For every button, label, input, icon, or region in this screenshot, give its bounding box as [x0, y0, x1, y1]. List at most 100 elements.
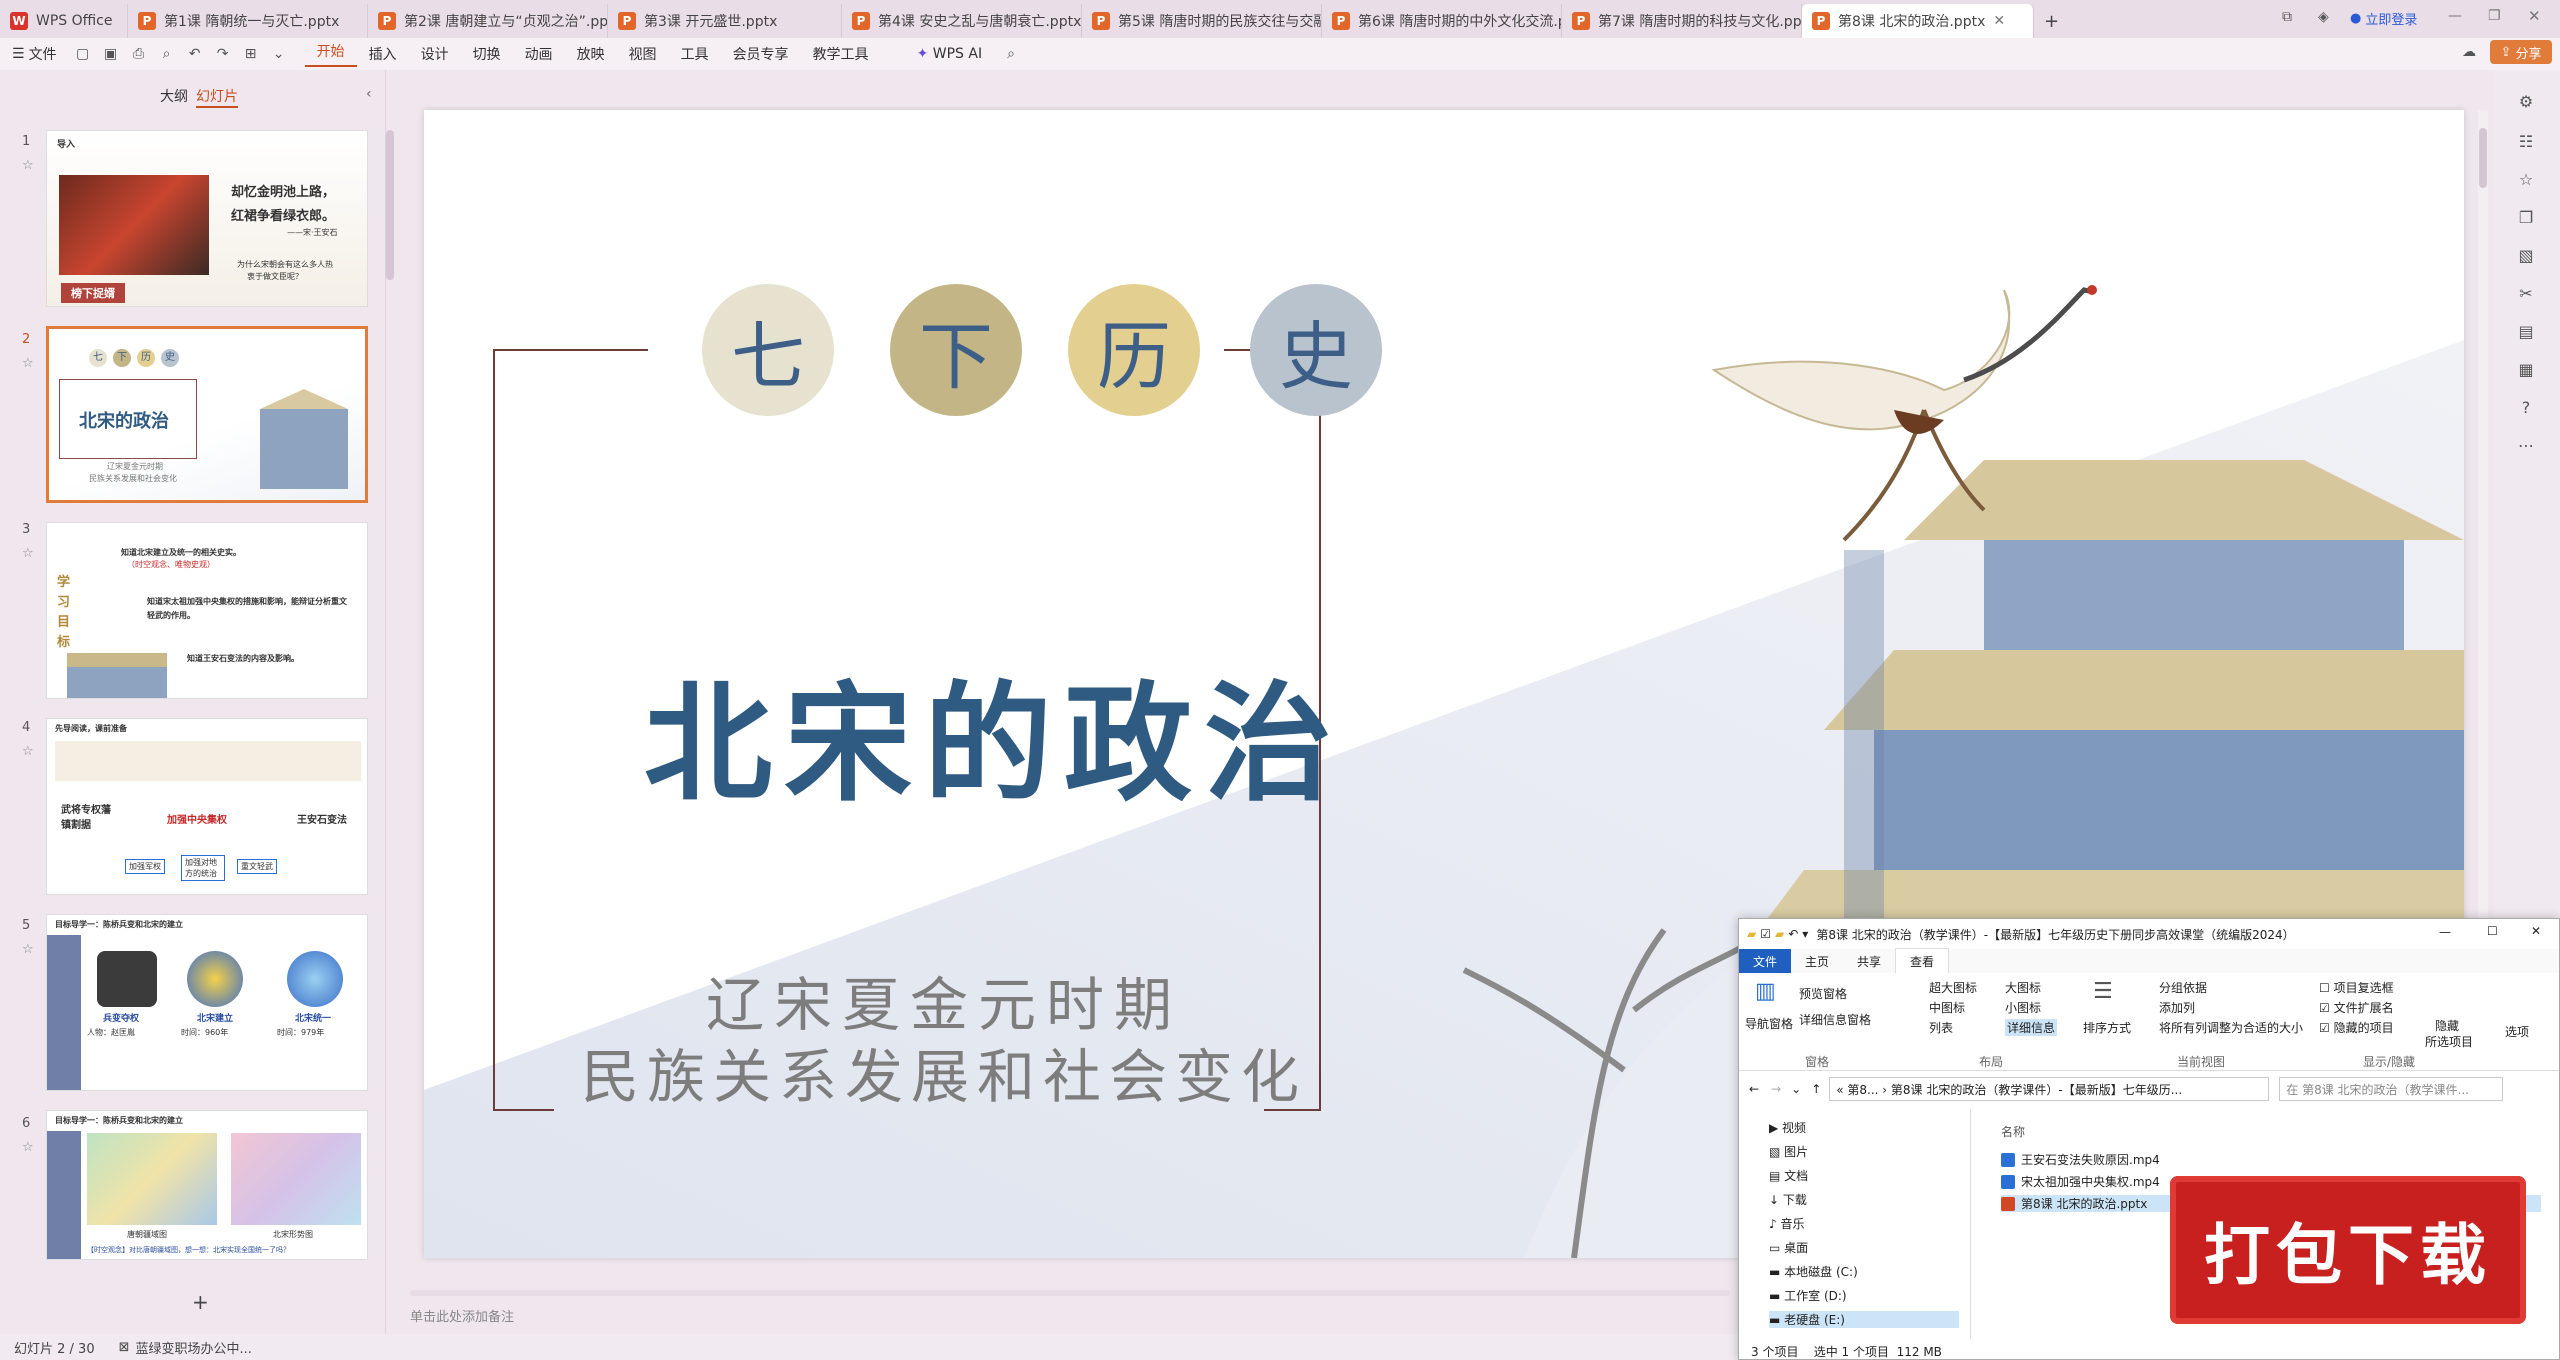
nav-downloads[interactable]: ↓ 下载 — [1769, 1191, 1807, 1208]
sort-icon[interactable]: ☰ — [2093, 979, 2113, 1004]
nav-drive-c[interactable]: ▬ 本地磁盘 (C:) — [1769, 1263, 1858, 1280]
extra-large-icons[interactable]: 超大图标 — [1929, 979, 1977, 996]
back-icon[interactable]: ← — [1749, 1082, 1759, 1096]
menu-animation[interactable]: 动画 — [513, 44, 565, 64]
nav-pane-icon[interactable]: ▥ — [1755, 979, 1776, 1004]
star-icon[interactable]: ☆ — [22, 744, 34, 759]
minimize-icon[interactable]: — — [2448, 8, 2462, 24]
column-header-name[interactable]: 名称 — [2001, 1123, 2025, 1140]
notes-placeholder[interactable]: 单击此处添加备注 — [410, 1306, 514, 1325]
nav-drive-d[interactable]: ▬ 工作室 (D:) — [1769, 1287, 1847, 1304]
star-icon[interactable]: ☆ — [22, 1140, 34, 1155]
hidden-items-option[interactable]: ☑ 隐藏的项目 — [2319, 1019, 2394, 1036]
nav-desktop[interactable]: ▭ 桌面 — [1769, 1239, 1808, 1256]
menu-teaching[interactable]: 教学工具 — [801, 44, 881, 64]
undo-icon[interactable]: ↶ — [186, 45, 204, 63]
redo-icon[interactable]: ↷ — [214, 45, 232, 63]
format-painter-icon[interactable]: ⊞ — [242, 45, 260, 63]
star-icon[interactable]: ☆ — [22, 356, 34, 371]
more-options-icon[interactable]: ⋯ — [2516, 436, 2536, 456]
adjust-icon[interactable]: ☷ — [2516, 132, 2536, 152]
menu-home[interactable]: 开始 — [304, 41, 357, 67]
favorite-icon[interactable]: ☆ — [2516, 170, 2536, 190]
nav-documents[interactable]: ▤ 文档 — [1769, 1167, 1808, 1184]
slide-subtitle-2[interactable]: 民族关系发展和社会变化 — [534, 1030, 1354, 1114]
group-by-button[interactable]: 分组依据 — [2159, 979, 2207, 996]
hamburger-menu-icon[interactable]: ☰ — [0, 46, 29, 62]
tab-doc-2[interactable]: P 第2课 唐朝建立与“贞观之治”.pptx — [368, 4, 608, 38]
new-tab-button[interactable]: + — [2034, 4, 2069, 38]
nav-drive-e[interactable]: ▬ 老硬盘 (E:) — [1769, 1311, 1959, 1328]
tab-wps-home[interactable]: W WPS Office — [0, 4, 128, 38]
save-icon[interactable]: ▣ — [102, 45, 120, 63]
menu-slideshow[interactable]: 放映 — [565, 44, 617, 64]
close-icon[interactable]: ✕ — [2531, 924, 2541, 938]
maximize-icon[interactable]: ❐ — [2488, 8, 2501, 24]
print-icon[interactable]: ⎙ — [130, 45, 148, 63]
tab-doc-3[interactable]: P 第3课 开元盛世.pptx — [608, 4, 842, 38]
details-view[interactable]: 详细信息 — [2005, 1019, 2058, 1036]
undo-icon[interactable]: ↶ — [1788, 927, 1798, 941]
minimize-icon[interactable]: — — [2439, 925, 2451, 939]
star-icon[interactable]: ☆ — [22, 942, 34, 957]
new-file-icon[interactable]: ▢ — [74, 45, 92, 63]
tools-icon[interactable]: ✂ — [2516, 284, 2536, 304]
small-icons[interactable]: 小图标 — [2005, 999, 2041, 1016]
sort-button[interactable]: 排序方式 — [2083, 1019, 2131, 1036]
slide-thumb-2[interactable]: 七 下 历 史 北宋的政治 辽宋夏金元时期 民族关系发展和社会变化 — [46, 326, 368, 503]
book-icon[interactable]: ▤ — [2516, 322, 2536, 342]
layout-icon[interactable]: ▦ — [2516, 360, 2536, 380]
slide-thumb-6[interactable]: 目标导学一：陈桥兵变和北宋的建立 唐朝疆域图 北宋形势图 【时空观念】对比唐朝疆… — [46, 1110, 368, 1260]
tab-doc-7[interactable]: P 第7课 隋唐时期的科技与文化.pptx — [1562, 4, 1802, 38]
search-box[interactable]: 在 第8课 北宋的政治（教学课件... — [2279, 1077, 2504, 1101]
file-row[interactable]: 宋太祖加强中央集权.mp4 — [2001, 1173, 2160, 1190]
quick-access-icon[interactable]: ☑ — [1760, 927, 1771, 941]
item-checkbox-option[interactable]: ☐ 项目复选框 — [2319, 979, 2394, 996]
wps-ai-button[interactable]: ✦ WPS AI — [905, 46, 995, 62]
fit-columns-button[interactable]: 将所有列调整为合适的大小 — [2159, 1019, 2303, 1036]
settings-icon[interactable]: ⚙ — [2516, 92, 2536, 112]
ribbon-tab-view[interactable]: 查看 — [1895, 948, 1950, 974]
list-view[interactable]: 列表 — [1929, 1019, 1953, 1036]
maximize-icon[interactable]: ☐ — [2487, 924, 2498, 938]
slides-tab[interactable]: 幻灯片 — [196, 86, 238, 108]
up-icon[interactable]: ↑ — [1811, 1082, 1821, 1096]
hide-selected-button[interactable]: 隐藏 — [2435, 1017, 2459, 1034]
file-ext-option[interactable]: ☑ 文件扩展名 — [2319, 999, 2394, 1016]
file-menu[interactable]: 文件 — [29, 44, 69, 64]
large-icons[interactable]: 大图标 — [2005, 979, 2041, 996]
copy-icon[interactable]: ❐ — [2516, 208, 2536, 228]
add-column-button[interactable]: 添加列 — [2159, 999, 2195, 1016]
download-promo-stamp[interactable]: 打包下载 — [2170, 1176, 2526, 1324]
tab-doc-8[interactable]: P 第8课 北宋的政治.pptx ✕ — [1802, 4, 2034, 38]
cloud-icon[interactable]: ☁ — [2462, 44, 2476, 60]
add-slide-button[interactable]: + — [192, 1290, 209, 1314]
help-icon[interactable]: ? — [2516, 398, 2536, 418]
preview-pane-button[interactable]: 预览窗格 — [1799, 985, 1847, 1002]
ribbon-tab-file[interactable]: 文件 — [1739, 948, 1792, 974]
nav-pane-button[interactable]: 导航窗格 — [1745, 1015, 1793, 1032]
ribbon-tab-home[interactable]: 主页 — [1791, 949, 1843, 974]
menu-view[interactable]: 视图 — [617, 44, 669, 64]
star-icon[interactable]: ☆ — [22, 158, 34, 173]
menu-member[interactable]: 会员专享 — [721, 44, 801, 64]
menu-design[interactable]: 设计 — [409, 44, 461, 64]
horizontal-scrollbar[interactable] — [410, 1290, 1730, 1296]
outline-tab[interactable]: 大纲 — [160, 86, 188, 106]
menu-transition[interactable]: 切换 — [461, 44, 513, 64]
panel-scrollbar[interactable] — [386, 130, 394, 280]
forward-icon[interactable]: → — [1771, 1082, 1781, 1096]
skin-icon[interactable]: ◈ — [2318, 9, 2329, 25]
options-button[interactable]: 选项 — [2505, 1023, 2529, 1040]
login-button[interactable]: ● 立即登录 — [2350, 9, 2417, 28]
tab-doc-4[interactable]: P 第4课 安史之乱与唐朝衰亡.pptx — [842, 4, 1082, 38]
nav-pictures[interactable]: ▧ 图片 — [1769, 1143, 1808, 1160]
address-bar[interactable]: « 第8... › 第8课 北宋的政治（教学课件）-【最新版】七年级历... — [1829, 1077, 2270, 1101]
slide-title[interactable]: 北宋的政治 — [644, 640, 1332, 825]
more-icon[interactable]: ⌄ — [270, 45, 288, 63]
assist-status[interactable]: 蓝绿变职场办公中... — [136, 1338, 252, 1357]
slide-thumb-4[interactable]: 先导阅读，课前准备 武将专权藩镇割据 加强中央集权 王安石变法 加强军权 加强对… — [46, 718, 368, 895]
tab-doc-5[interactable]: P 第5课 隋唐时期的民族交往与交融.pptx — [1082, 4, 1322, 38]
preview-icon[interactable]: ⌕ — [158, 45, 176, 63]
star-icon[interactable]: ☆ — [22, 546, 34, 561]
